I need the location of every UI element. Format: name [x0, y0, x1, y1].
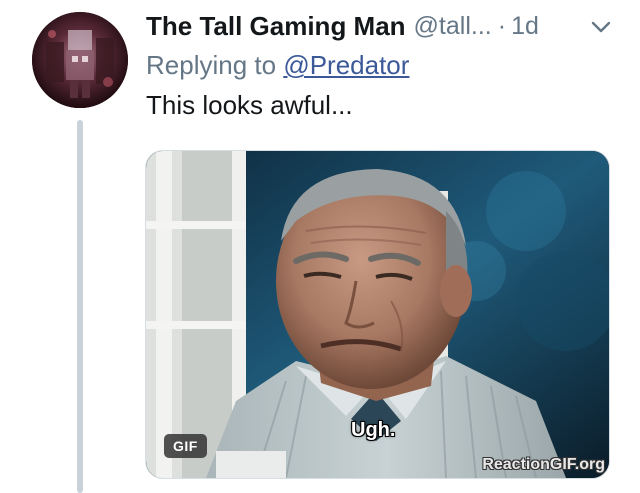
- gif-media[interactable]: GIF Ugh. ReactionGIF.org: [145, 150, 610, 479]
- avatar[interactable]: [32, 12, 128, 108]
- timestamp[interactable]: 1d: [511, 12, 539, 41]
- mention-link[interactable]: @Predator: [283, 50, 409, 80]
- gif-subtitle: Ugh.: [351, 419, 396, 441]
- gif-watermark: ReactionGIF.org: [482, 456, 605, 473]
- user-handle[interactable]: @tall...: [414, 12, 492, 41]
- replying-to: Replying to @Predator: [146, 50, 409, 81]
- display-name[interactable]: The Tall Gaming Man: [146, 11, 406, 42]
- chevron-down-icon[interactable]: [590, 16, 612, 38]
- gif-badge: GIF: [164, 434, 207, 458]
- thread-line: [77, 120, 83, 493]
- tweet-text: This looks awful...: [146, 90, 353, 120]
- avatar-image: [32, 12, 128, 108]
- separator-dot: ·: [497, 11, 507, 40]
- replying-prefix: Replying to: [146, 50, 284, 80]
- tweet-header: The Tall Gaming Man @tall... · 1d: [146, 8, 640, 44]
